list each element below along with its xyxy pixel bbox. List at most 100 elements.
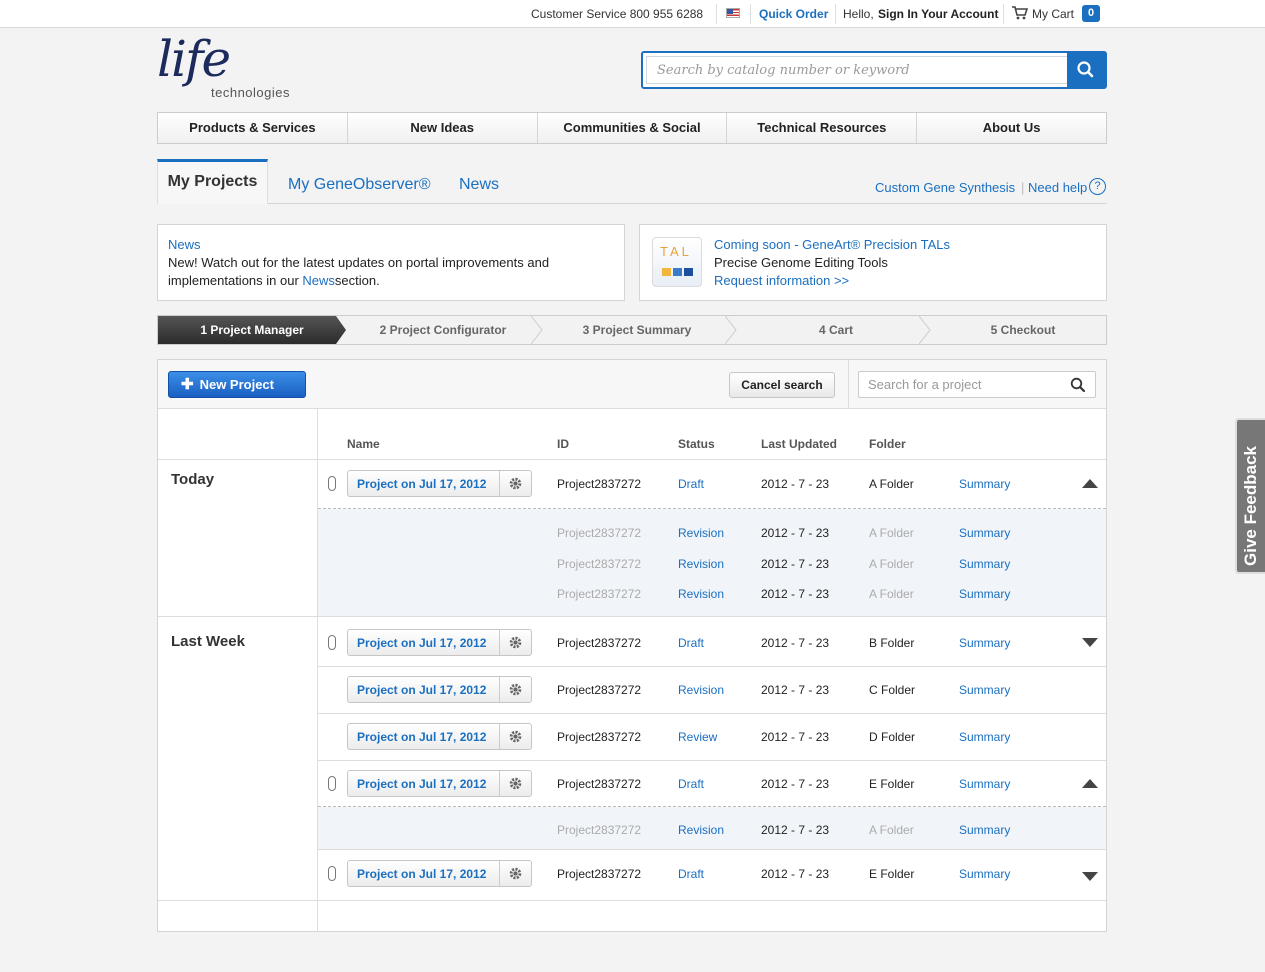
gear-icon[interactable] xyxy=(499,677,531,702)
nav-communities-social[interactable]: Communities & Social xyxy=(538,113,728,143)
revision-row: Project2837272 Revision 2012 - 7 - 23 A … xyxy=(318,579,1106,609)
tab-news[interactable]: News xyxy=(459,176,499,194)
summary-link[interactable]: Summary xyxy=(959,557,1010,571)
paperclip-icon[interactable] xyxy=(328,635,336,650)
project-status[interactable]: Review xyxy=(678,730,717,744)
project-status[interactable]: Revision xyxy=(678,587,724,601)
nav-products-services[interactable]: Products & Services xyxy=(158,113,348,143)
summary-link[interactable]: Summary xyxy=(959,477,1010,491)
paperclip-icon[interactable] xyxy=(328,776,336,791)
step-checkout[interactable]: 5 Checkout xyxy=(930,316,1116,344)
gear-icon[interactable] xyxy=(499,471,531,496)
collapse-arrow-icon[interactable] xyxy=(1082,779,1098,788)
logo-subtitle: technologies xyxy=(211,85,290,100)
give-feedback-label: Give Feedback xyxy=(1241,445,1260,566)
summary-link[interactable]: Summary xyxy=(959,730,1010,744)
give-feedback-tab[interactable]: Give Feedback xyxy=(1235,418,1265,574)
last-updated: 2012 - 7 - 23 xyxy=(761,683,830,697)
column-folder[interactable]: Folder xyxy=(869,437,906,451)
paperclip-icon[interactable] xyxy=(328,476,336,491)
project-status[interactable]: Revision xyxy=(678,683,724,697)
last-updated: 2012 - 7 - 23 xyxy=(761,557,830,571)
project-search-input[interactable] xyxy=(859,372,1059,397)
step-cart[interactable]: 4 Cart xyxy=(736,316,936,344)
summary-link[interactable]: Summary xyxy=(959,867,1010,881)
request-information-link[interactable]: Request information >> xyxy=(714,273,849,288)
project-status[interactable]: Draft xyxy=(678,477,704,491)
project-status[interactable]: Revision xyxy=(678,557,724,571)
news-box-title[interactable]: News xyxy=(168,237,201,252)
column-id[interactable]: ID xyxy=(557,437,569,451)
paperclip-icon[interactable] xyxy=(328,866,336,881)
sign-in-link[interactable]: Sign In Your Account xyxy=(878,7,998,21)
project-status[interactable]: Draft xyxy=(678,636,704,650)
column-last-updated[interactable]: Last Updated xyxy=(761,437,837,451)
project-id: Project2837272 xyxy=(557,557,642,571)
project-status[interactable]: Revision xyxy=(678,526,724,540)
column-status[interactable]: Status xyxy=(678,437,715,451)
group-divider xyxy=(158,616,1106,617)
expand-arrow-icon[interactable] xyxy=(1082,638,1098,647)
summary-link[interactable]: Summary xyxy=(959,526,1010,540)
nav-about-us[interactable]: About Us xyxy=(917,113,1106,143)
last-updated: 2012 - 7 - 23 xyxy=(761,636,830,650)
project-name-button[interactable]: Project on Jul 17, 2012 xyxy=(347,470,532,497)
project-name-button[interactable]: Project on Jul 17, 2012 xyxy=(347,723,532,750)
quick-order-link[interactable]: Quick Order xyxy=(759,7,828,21)
project-name-button[interactable]: Project on Jul 17, 2012 xyxy=(347,860,532,887)
my-cart-link[interactable]: My Cart xyxy=(1032,7,1074,21)
nav-technical-resources[interactable]: Technical Resources xyxy=(727,113,918,143)
help-icon[interactable]: ? xyxy=(1089,178,1106,195)
table-row[interactable]: Project on Jul 17, 2012 Project2837272 R… xyxy=(318,675,1106,705)
need-help-link[interactable]: Need help xyxy=(1028,180,1087,195)
project-status[interactable]: Revision xyxy=(678,823,724,837)
step-project-configurator[interactable]: 2 Project Configurator xyxy=(348,316,538,344)
flag-icon[interactable] xyxy=(726,8,740,18)
revision-row: Project2837272 Revision 2012 - 7 - 23 A … xyxy=(318,815,1106,845)
expand-arrow-icon[interactable] xyxy=(1082,872,1098,881)
project-name-button[interactable]: Project on Jul 17, 2012 xyxy=(347,770,532,797)
promo-title-link[interactable]: Coming soon - GeneArt® Precision TALs xyxy=(714,237,950,252)
life-technologies-logo[interactable]: life technologies xyxy=(157,30,307,104)
cancel-search-button[interactable]: Cancel search xyxy=(729,372,835,398)
gear-icon[interactable] xyxy=(499,861,531,886)
table-row[interactable]: Project on Jul 17, 2012 Project2837272 D… xyxy=(318,469,1106,499)
table-row[interactable]: Project on Jul 17, 2012 Project2837272 D… xyxy=(318,628,1106,658)
step-project-summary[interactable]: 3 Project Summary xyxy=(542,316,732,344)
column-name[interactable]: Name xyxy=(347,437,380,451)
tab-my-geneobserver[interactable]: My GeneObserver® xyxy=(288,176,431,194)
dashed-divider xyxy=(318,806,1106,807)
summary-link[interactable]: Summary xyxy=(959,683,1010,697)
news-section-link[interactable]: News xyxy=(302,273,335,288)
tabs-divider xyxy=(157,203,1107,204)
summary-link[interactable]: Summary xyxy=(959,777,1010,791)
collapse-arrow-icon[interactable] xyxy=(1082,479,1098,488)
project-folder: B Folder xyxy=(869,636,915,650)
project-status[interactable]: Draft xyxy=(678,777,704,791)
project-name-button[interactable]: Project on Jul 17, 2012 xyxy=(347,676,532,703)
table-row[interactable]: Project on Jul 17, 2012 Project2837272 D… xyxy=(318,769,1106,799)
table-row[interactable]: Project on Jul 17, 2012 Project2837272 R… xyxy=(318,722,1106,752)
summary-link[interactable]: Summary xyxy=(959,823,1010,837)
new-project-button[interactable]: ✚ New Project xyxy=(168,371,306,398)
summary-link[interactable]: Summary xyxy=(959,636,1010,650)
gear-icon[interactable] xyxy=(499,630,531,655)
site-search-input[interactable] xyxy=(646,56,1068,84)
table-row[interactable]: Project on Jul 17, 2012 Project2837272 D… xyxy=(318,859,1106,889)
gear-icon[interactable] xyxy=(499,771,531,796)
gear-icon[interactable] xyxy=(499,724,531,749)
news-box: News New! Watch out for the latest updat… xyxy=(157,224,625,301)
site-search-button[interactable] xyxy=(1067,53,1105,87)
project-id: Project2837272 xyxy=(557,636,642,650)
summary-link[interactable]: Summary xyxy=(959,587,1010,601)
project-status[interactable]: Draft xyxy=(678,867,704,881)
cart-icon[interactable] xyxy=(1012,6,1028,20)
custom-gene-synthesis-link[interactable]: Custom Gene Synthesis xyxy=(875,180,1015,195)
project-name-button[interactable]: Project on Jul 17, 2012 xyxy=(347,629,532,656)
nav-new-ideas[interactable]: New Ideas xyxy=(348,113,538,143)
project-folder: A Folder xyxy=(869,526,914,540)
step-project-manager[interactable]: 1 Project Manager xyxy=(158,316,346,344)
tab-my-projects[interactable]: My Projects xyxy=(157,159,268,204)
search-icon[interactable] xyxy=(1070,377,1086,393)
project-folder: A Folder xyxy=(869,477,914,491)
